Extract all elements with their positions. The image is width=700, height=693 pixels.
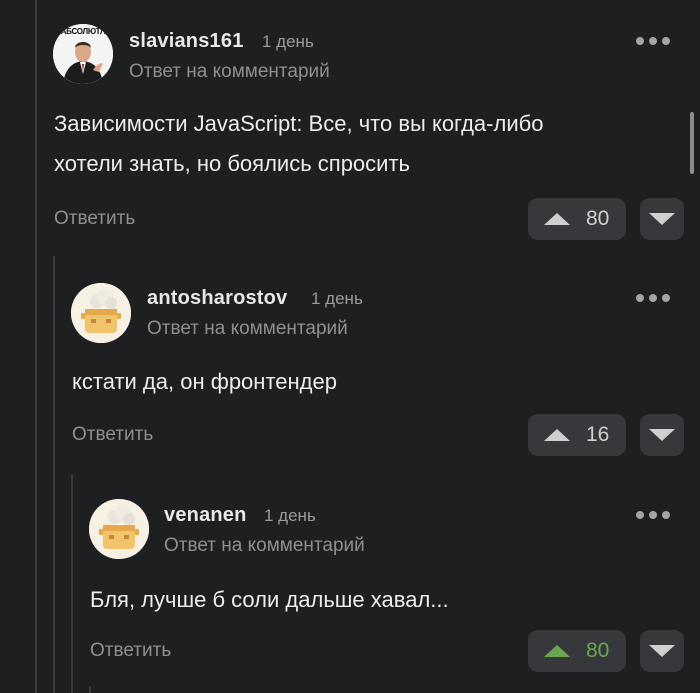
vote-count: 16 [586,423,610,446]
timestamp: 1 день [311,289,363,308]
timestamp: 1 день [264,506,316,525]
comment-text-line: кстати да, он фронтендер [72,369,337,394]
arrow-up-icon [544,645,570,657]
avatar-caption: АБСОЛЮТЛ [60,27,106,36]
downvote-button[interactable] [640,630,684,672]
downvote-button[interactable] [640,198,684,240]
thread-line-level1[interactable] [53,256,55,693]
more-options-icon[interactable] [636,294,670,302]
arrow-down-icon [649,429,675,441]
downvote-button[interactable] [640,414,684,456]
comment-text: кстати да, он фронтендер [72,362,672,402]
upvote-button[interactable]: 80 [528,630,626,672]
reply-to-link[interactable]: Ответ на комментарий [164,535,365,557]
arrow-down-icon [649,645,675,657]
vote-count: 80 [586,207,610,230]
arrow-down-icon [649,213,675,225]
comment-thread: АБСОЛЮТЛ slavians161 1 день Ответ на ком… [0,0,700,693]
avatar[interactable] [89,499,149,559]
more-options-icon[interactable] [636,37,670,45]
cooking-pot-icon [89,499,149,559]
more-options-icon[interactable] [636,511,670,519]
reply-button[interactable]: Ответить [54,208,135,230]
comment: АБСОЛЮТЛ slavians161 1 день Ответ на ком… [0,0,700,250]
username[interactable]: slavians161 [129,30,244,53]
cooking-pot-icon [71,283,131,343]
reply-button[interactable]: Ответить [72,424,153,446]
reply-to-link[interactable]: Ответ на комментарий [147,318,348,340]
comment-text-line: хотели знать, но боялись спросить [54,151,410,176]
arrow-up-icon [544,213,570,225]
avatar[interactable]: АБСОЛЮТЛ [53,24,113,84]
comment-text: Зависимости JavaScript: Все, что вы когд… [54,104,654,184]
upvote-button[interactable]: 16 [528,414,626,456]
vote-count: 80 [586,639,610,662]
timestamp: 1 день [262,32,314,51]
avatar[interactable] [71,283,131,343]
reply-button[interactable]: Ответить [90,640,171,662]
thread-line-level3[interactable] [89,686,91,693]
comment-text-line: Зависимости JavaScript: Все, что вы когд… [54,111,544,136]
arrow-up-icon [544,429,570,441]
comment-text: Бля, лучше б соли дальше хавал... [90,580,690,620]
upvote-button[interactable]: 80 [528,198,626,240]
username[interactable]: venanen [164,504,247,527]
reply-to-link[interactable]: Ответ на комментарий [129,61,330,83]
thread-line-level2[interactable] [71,474,73,693]
comment-text-line: Бля, лучше б соли дальше хавал... [90,587,449,612]
username[interactable]: antosharostov [147,287,287,310]
